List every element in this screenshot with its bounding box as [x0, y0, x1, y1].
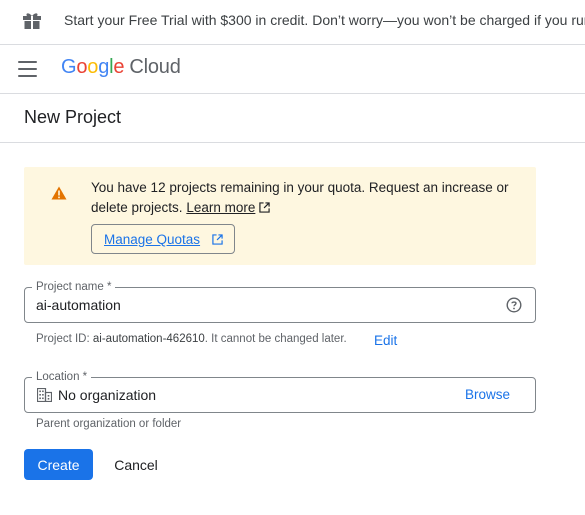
project-id-suffix: . It cannot be changed later.	[204, 333, 347, 345]
warning-icon	[51, 186, 67, 200]
quota-message: You have 12 projects remaining in your q…	[91, 180, 509, 215]
browse-button[interactable]: Browse	[465, 387, 510, 402]
free-trial-text: Start your Free Trial with $300 in credi…	[64, 12, 585, 28]
logo-cloud-text: Cloud	[129, 56, 181, 78]
location-hint: Parent organization or folder	[36, 418, 182, 430]
manage-quotas-label: Manage Quotas	[104, 232, 201, 247]
help-circle-icon[interactable]	[506, 297, 522, 313]
hamburger-menu-icon[interactable]	[18, 61, 38, 77]
location-label: Location *	[32, 371, 92, 383]
create-button-label: Create	[37, 457, 80, 473]
gift-icon	[23, 13, 41, 29]
organization-icon	[37, 388, 52, 402]
external-link-icon	[259, 202, 271, 213]
cancel-button-label: Cancel	[114, 457, 158, 473]
google-cloud-logo[interactable]: Google Cloud	[61, 56, 181, 79]
external-link-icon	[212, 234, 223, 245]
cancel-button[interactable]: Cancel	[104, 449, 168, 480]
quota-warning-text: You have 12 projects remaining in your q…	[91, 178, 521, 218]
project-id-hint: Project ID: ai-automation-462610. It can…	[36, 333, 347, 345]
create-button[interactable]: Create	[24, 449, 93, 480]
edit-project-id-link[interactable]: Edit	[374, 333, 397, 348]
project-id-prefix: Project ID:	[36, 333, 90, 345]
project-name-label: Project name *	[32, 281, 116, 293]
location-value: No organization	[58, 387, 157, 403]
page-title: New Project	[24, 107, 122, 127]
manage-quotas-button[interactable]: Manage Quotas	[91, 224, 235, 254]
project-id-value: ai-automation-462610	[92, 333, 205, 345]
project-name-value: ai-automation	[36, 297, 121, 313]
learn-more-link[interactable]: Learn more	[186, 200, 255, 215]
